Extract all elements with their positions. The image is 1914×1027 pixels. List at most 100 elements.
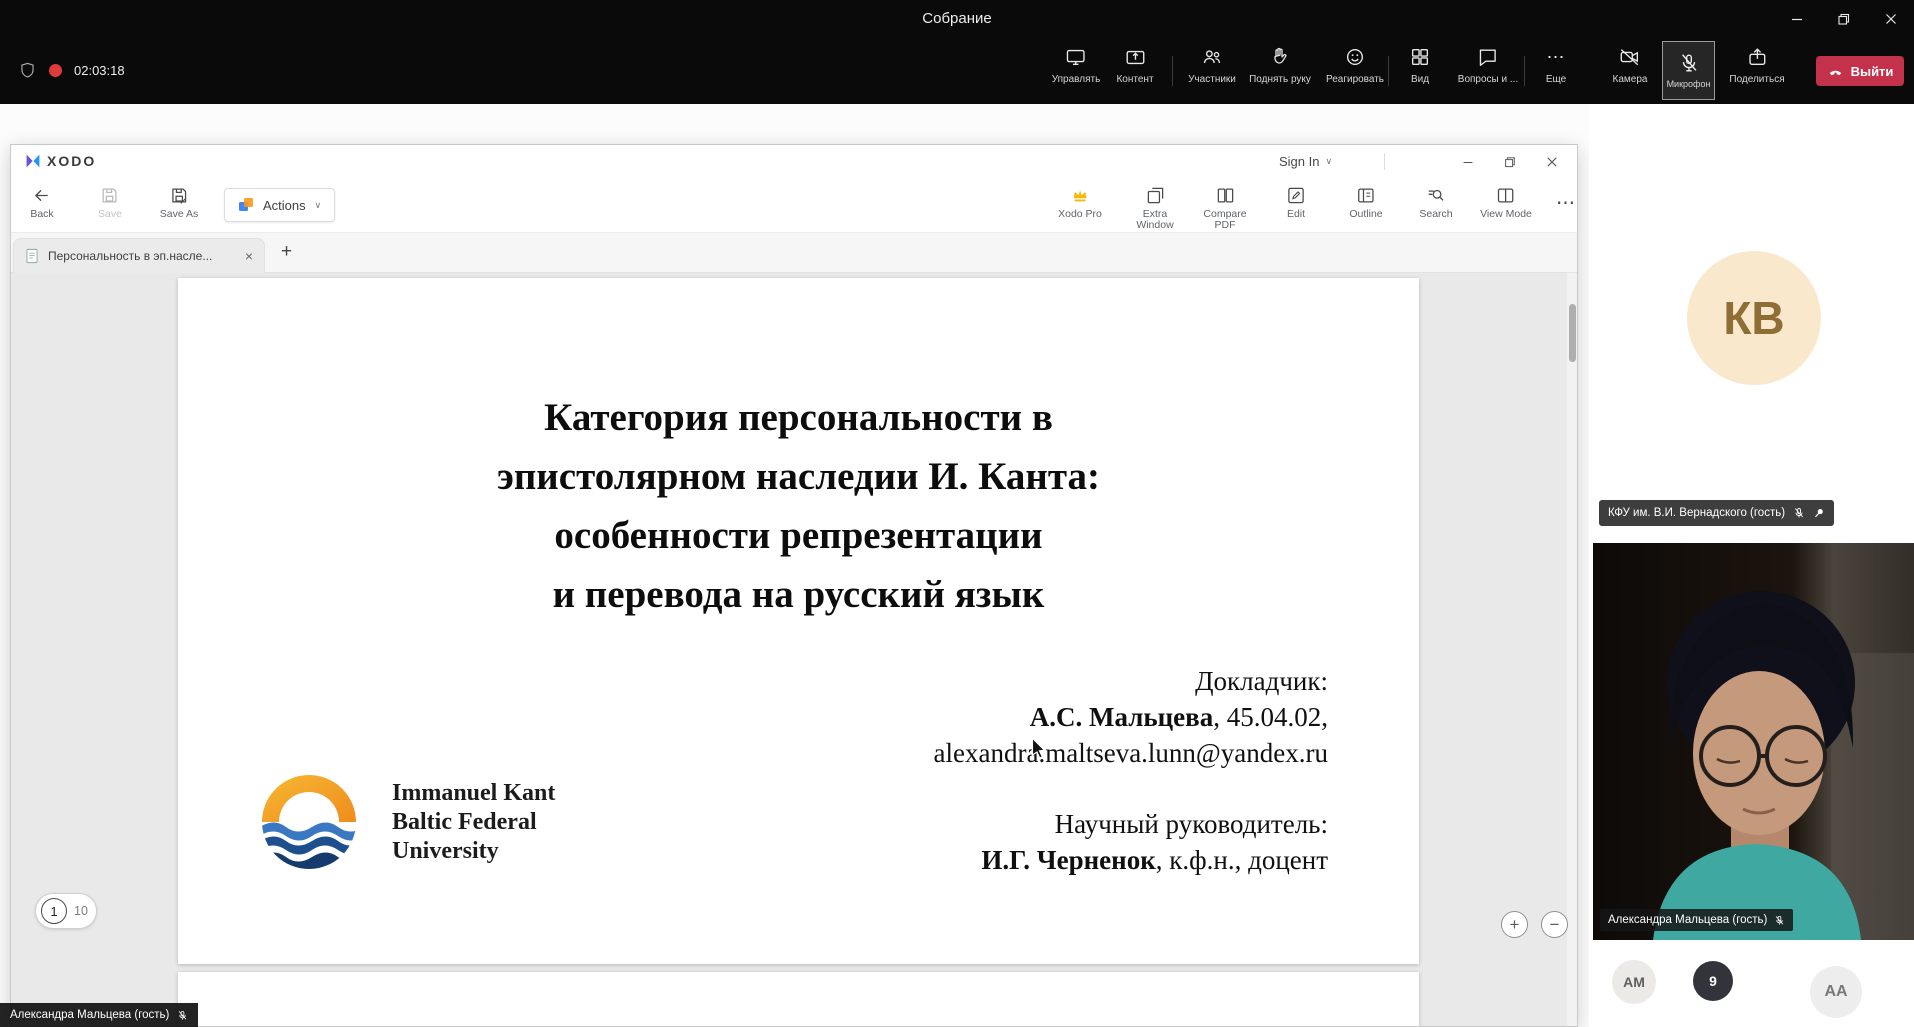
manage-button[interactable]: Управлять — [1052, 46, 1101, 85]
xodo-logo-icon — [25, 153, 41, 169]
titlebar-divider — [1384, 153, 1385, 170]
pinned-participant-name: КФУ им. В.И. Вернадского (гость) — [1608, 507, 1785, 519]
toolbar-divider — [1172, 56, 1173, 86]
mic-off-icon — [1793, 507, 1805, 519]
content-button[interactable]: Контент — [1116, 46, 1153, 85]
shield-icon — [18, 61, 37, 80]
leave-button[interactable]: Выйти — [1816, 56, 1904, 86]
share-button[interactable]: Поделиться — [1729, 46, 1784, 85]
minimize-button[interactable] — [1773, 0, 1820, 37]
crown-icon — [1070, 186, 1090, 205]
search-button[interactable]: Search — [1419, 186, 1452, 220]
new-tab-button[interactable]: + — [281, 241, 292, 263]
outline-label: Outline — [1349, 209, 1382, 220]
participant-avatar-aa[interactable]: АА — [1810, 966, 1862, 1018]
grid-view-icon — [1409, 46, 1431, 68]
tab-close-icon[interactable]: × — [245, 248, 253, 264]
xodo-more-button[interactable]: ⋯ — [1556, 192, 1575, 215]
back-button[interactable]: Back — [30, 186, 53, 220]
more-dots-icon: ⋯ — [1546, 46, 1565, 68]
xodo-logo: XODO — [25, 153, 96, 169]
outline-button[interactable]: Outline — [1349, 186, 1382, 220]
scrollbar-track[interactable] — [1567, 273, 1577, 1026]
camera-label: Камера — [1613, 74, 1648, 85]
participant-video-tile[interactable]: Александра Мальцева (гость) — [1593, 543, 1914, 940]
close-icon — [1546, 156, 1558, 168]
react-button[interactable]: Реагировать — [1326, 46, 1384, 85]
slide-title-line: Категория персональности в — [178, 388, 1419, 447]
edit-label: Edit — [1287, 209, 1305, 220]
scrollbar-thumb[interactable] — [1569, 304, 1576, 362]
page-indicator[interactable]: 1 10 — [35, 893, 97, 929]
slide-title-line: особенности репрезентации — [178, 506, 1419, 565]
content-label: Контент — [1116, 74, 1153, 85]
xodo-pro-button[interactable]: Xodo Pro — [1058, 186, 1102, 220]
document-tab[interactable]: Персональность в эп.насле... × — [13, 238, 265, 273]
view-mode-label: View Mode — [1480, 209, 1532, 220]
back-arrow-icon — [33, 186, 52, 205]
restore-button[interactable] — [1820, 0, 1867, 37]
smiley-icon — [1344, 46, 1366, 68]
close-icon — [1884, 12, 1898, 26]
spacer — [934, 771, 1328, 806]
participants-panel: КВ КФУ им. В.И. Вернадского (гость) — [1589, 104, 1914, 1027]
video-participant-name: Александра Мальцева (гость) — [1608, 914, 1767, 926]
pin-icon[interactable] — [1813, 507, 1825, 519]
participant-avatar-am[interactable]: АМ — [1612, 960, 1656, 1004]
university-logo-icon — [254, 767, 364, 877]
raise-hand-button[interactable]: Поднять руку — [1249, 46, 1311, 85]
xodo-restore-button[interactable] — [1489, 145, 1531, 178]
xodo-minimize-button[interactable] — [1447, 145, 1489, 178]
participant-avatar-kv[interactable]: КВ — [1687, 251, 1821, 385]
mic-button[interactable]: Микрофон — [1662, 41, 1715, 100]
participants-button[interactable]: Участники — [1188, 46, 1236, 85]
sign-in-button[interactable]: Sign In ∨ — [1279, 145, 1332, 178]
raise-hand-label: Поднять руку — [1249, 74, 1311, 85]
meeting-toolbar: 02:03:18 Управлять Контент Участники Под… — [0, 37, 1914, 104]
advisor-line: И.Г. Черненок, к.ф.н., доцент — [934, 842, 1328, 878]
save-button[interactable]: Save — [98, 186, 122, 220]
xodo-brand: XODO — [47, 153, 96, 169]
window-controls — [1773, 0, 1914, 37]
meeting-timer: 02:03:18 — [74, 63, 125, 78]
xodo-close-button[interactable] — [1531, 145, 1573, 178]
screen: Собрание 02:03:18 Управлять Контент — [0, 0, 1914, 1027]
leave-label: Выйти — [1851, 64, 1894, 79]
close-button[interactable] — [1867, 0, 1914, 37]
view-mode-button[interactable]: View Mode — [1480, 186, 1532, 220]
view-button[interactable]: Вид — [1409, 46, 1431, 85]
speaker-line: А.С. Мальцева, 45.04.02, — [934, 699, 1328, 735]
edit-button[interactable]: Edit — [1287, 186, 1306, 220]
record-dot-icon — [49, 64, 62, 77]
react-label: Реагировать — [1326, 74, 1384, 85]
camera-button[interactable]: Камера — [1613, 46, 1648, 85]
more-button[interactable]: ⋯ Еще — [1546, 46, 1566, 85]
restore-icon — [1504, 156, 1516, 168]
save-as-icon — [170, 186, 189, 205]
camera-off-icon — [1619, 46, 1641, 68]
extra-window-label: Extra Window — [1127, 209, 1183, 231]
advisor-name: И.Г. Черненок — [981, 845, 1155, 875]
mic-label: Микрофон — [1667, 79, 1711, 89]
questions-button[interactable]: Вопросы и ... — [1458, 46, 1518, 85]
advisor-heading: Научный руководитель: — [934, 806, 1328, 842]
save-as-button[interactable]: Save As — [160, 186, 199, 220]
content-share-icon — [1124, 46, 1146, 68]
minimize-icon — [1462, 156, 1474, 168]
actions-button[interactable]: Actions ∨ — [224, 188, 335, 222]
document-icon — [25, 248, 39, 264]
view-label: Вид — [1411, 74, 1429, 85]
compare-pdf-button[interactable]: Compare PDF — [1197, 186, 1253, 231]
zoom-in-button[interactable]: + — [1501, 911, 1528, 938]
pdf-page-1: Категория персональности в эпистолярном … — [178, 278, 1419, 964]
tab-title: Персональность в эп.насле... — [48, 249, 236, 263]
people-icon — [1201, 46, 1223, 68]
extra-window-button[interactable]: Extra Window — [1127, 186, 1183, 231]
xodo-window: XODO Sign In ∨ Back — [10, 144, 1578, 1027]
xodo-pro-label: Xodo Pro — [1058, 209, 1102, 220]
minimize-icon — [1790, 12, 1804, 26]
zoom-out-button[interactable]: − — [1541, 911, 1568, 938]
participant-overflow-count[interactable]: 9 — [1693, 961, 1733, 1001]
toolbar-divider — [1388, 56, 1389, 86]
compare-pdf-label: Compare PDF — [1197, 209, 1253, 231]
